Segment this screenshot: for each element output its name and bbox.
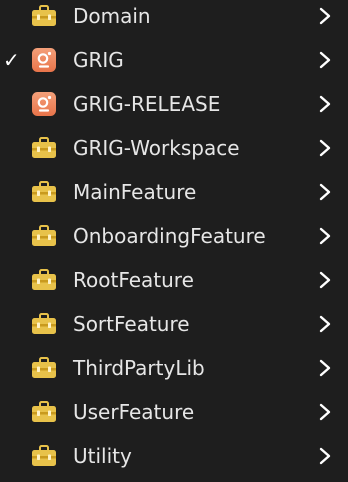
chevron-right-icon [317, 359, 333, 377]
chevron-right-icon [317, 51, 333, 69]
chevron-right-icon [317, 447, 333, 465]
checkmark-icon: ✓ [3, 48, 20, 72]
scheme-menu: Domain ✓ GRIG GRIG-RELEASE GRIG-Workspac… [0, 0, 348, 478]
toolbox-icon [30, 399, 58, 425]
toolbox-icon [30, 443, 58, 469]
chevron-right-icon [317, 95, 333, 113]
toolbox-icon [30, 3, 58, 29]
chevron-right-icon [317, 7, 333, 25]
menu-item-sortfeature[interactable]: SortFeature [0, 302, 348, 346]
menu-item-label: RootFeature [73, 268, 194, 292]
toolbox-icon [30, 223, 58, 249]
app-icon [30, 47, 58, 73]
menu-item-mainfeature[interactable]: MainFeature [0, 170, 348, 214]
menu-item-grig-workspace[interactable]: GRIG-Workspace [0, 126, 348, 170]
menu-item-label: GRIG [73, 48, 124, 72]
chevron-right-icon [317, 403, 333, 421]
menu-item-thirdpartylib[interactable]: ThirdPartyLib [0, 346, 348, 390]
chevron-right-icon [317, 183, 333, 201]
toolbox-icon [30, 355, 58, 381]
menu-item-label: SortFeature [73, 312, 190, 336]
toolbox-icon [30, 267, 58, 293]
menu-item-label: Domain [73, 4, 151, 28]
chevron-right-icon [317, 271, 333, 289]
menu-item-utility[interactable]: Utility [0, 434, 348, 478]
menu-item-grig[interactable]: ✓ GRIG [0, 38, 348, 82]
toolbox-icon [30, 135, 58, 161]
menu-item-domain[interactable]: Domain [0, 0, 348, 38]
menu-item-grig-release[interactable]: GRIG-RELEASE [0, 82, 348, 126]
toolbox-icon [30, 311, 58, 337]
menu-item-rootfeature[interactable]: RootFeature [0, 258, 348, 302]
menu-item-label: MainFeature [73, 180, 197, 204]
menu-item-label: GRIG-RELEASE [73, 92, 221, 116]
menu-item-userfeature[interactable]: UserFeature [0, 390, 348, 434]
menu-item-onboardingfeature[interactable]: OnboardingFeature [0, 214, 348, 258]
toolbox-icon [30, 179, 58, 205]
chevron-right-icon [317, 139, 333, 157]
menu-item-label: OnboardingFeature [73, 224, 266, 248]
app-icon [30, 91, 58, 117]
menu-item-label: UserFeature [73, 400, 195, 424]
chevron-right-icon [317, 227, 333, 245]
menu-item-label: GRIG-Workspace [73, 136, 240, 160]
menu-item-label: Utility [73, 444, 132, 468]
menu-item-label: ThirdPartyLib [73, 356, 205, 380]
chevron-right-icon [317, 315, 333, 333]
